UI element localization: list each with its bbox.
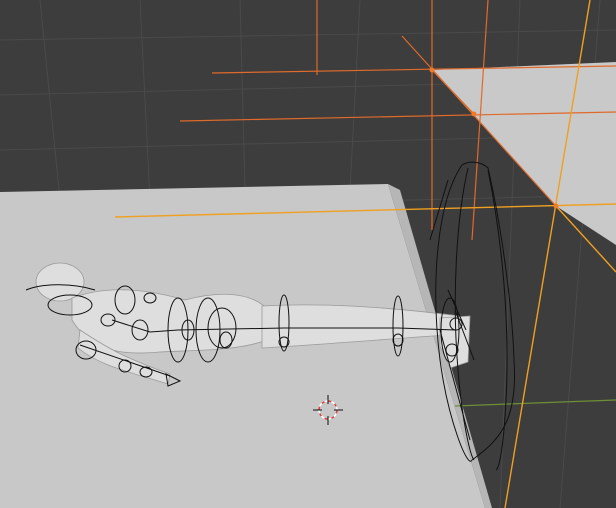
viewport-canvas[interactable] [0, 0, 616, 508]
x-axis-line [454, 399, 616, 407]
3d-viewport[interactable] [0, 0, 616, 508]
